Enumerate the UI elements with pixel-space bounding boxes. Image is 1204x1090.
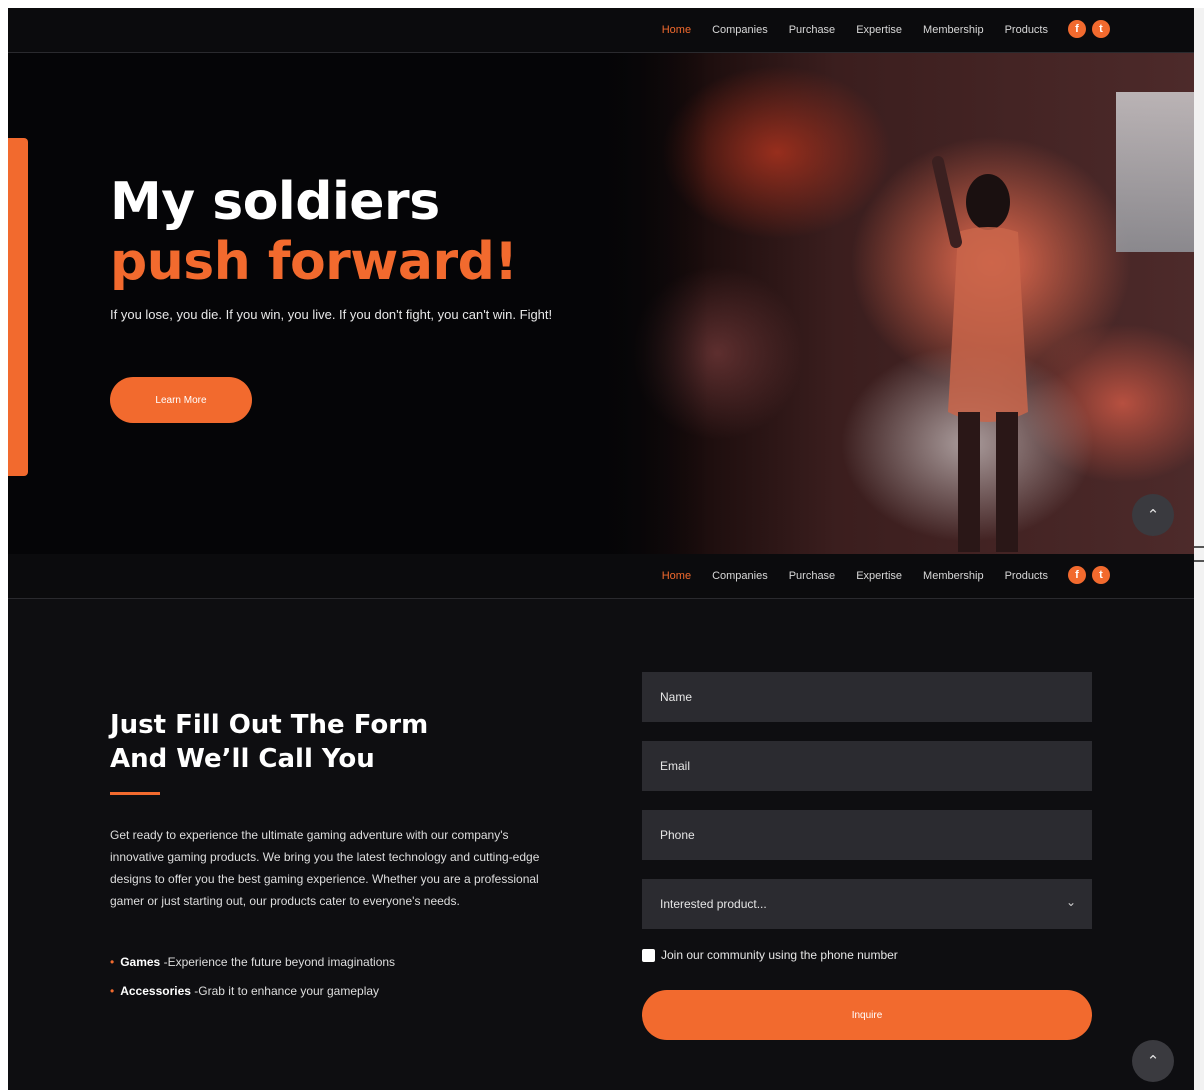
nav-item-home[interactable]: Home xyxy=(662,24,691,36)
hero-image xyxy=(598,52,1194,554)
hero-image-wall xyxy=(1116,92,1194,252)
nav-item-purchase[interactable]: Purchase xyxy=(789,570,835,582)
hero-title: My soldiers push forward! xyxy=(110,172,518,292)
learn-more-button[interactable]: Learn More xyxy=(110,377,252,423)
bullet-title: Accessories xyxy=(120,984,191,998)
community-checkbox-row: Join our community using the phone numbe… xyxy=(642,948,898,962)
nav-item-companies[interactable]: Companies xyxy=(712,570,768,582)
title-divider xyxy=(110,792,160,795)
form-description: Get ready to experience the ultimate gam… xyxy=(110,828,540,908)
phone-field[interactable]: Phone xyxy=(642,810,1092,860)
inquire-button[interactable]: Inquire xyxy=(642,990,1092,1040)
phone-placeholder: Phone xyxy=(660,828,695,842)
contact-form-section: Just Fill Out The Form And We’ll Call Yo… xyxy=(8,554,1194,1090)
nav-item-companies[interactable]: Companies xyxy=(712,24,768,36)
email-placeholder: Email xyxy=(660,759,691,773)
community-checkbox[interactable] xyxy=(642,948,655,962)
social-links-2: f t xyxy=(1068,566,1110,584)
top-nav: Home Companies Purchase Expertise Member… xyxy=(8,8,1194,53)
nav-item-expertise[interactable]: Expertise xyxy=(856,570,902,582)
list-item: • Accessories -Grab it to enhance your ga… xyxy=(110,977,395,1006)
nav-menu-2: Home Companies Purchase Expertise Member… xyxy=(662,554,1048,598)
nav-item-products[interactable]: Products xyxy=(1005,24,1048,36)
nav-item-membership[interactable]: Membership xyxy=(923,570,984,582)
bullet-icon: • xyxy=(110,984,115,998)
bullet-icon: • xyxy=(110,955,115,969)
bullet-text: -Experience the future beyond imaginatio… xyxy=(163,955,396,969)
chevron-up-icon[interactable]: ⌃ xyxy=(1132,1040,1174,1082)
page: My soldiers push forward! If you lose, y… xyxy=(8,8,1194,1090)
community-checkbox-label[interactable]: Join our community using the phone numbe… xyxy=(661,948,898,962)
nav-item-products[interactable]: Products xyxy=(1005,570,1048,582)
hero-section: My soldiers push forward! If you lose, y… xyxy=(8,8,1194,554)
bullet-text: -Grab it to enhance your gameplay xyxy=(194,984,380,998)
nav-item-home[interactable]: Home xyxy=(662,570,691,582)
form-title: Just Fill Out The Form And We’ll Call Yo… xyxy=(110,708,428,776)
bullet-title: Games xyxy=(120,955,161,969)
hero-accent-bar xyxy=(8,138,28,476)
hero-figure xyxy=(932,156,1028,552)
scroll-tick xyxy=(1194,546,1204,548)
sticky-nav: Home Companies Purchase Expertise Member… xyxy=(8,554,1194,599)
twitter-icon[interactable]: t xyxy=(1092,20,1110,38)
nav-menu: Home Companies Purchase Expertise Member… xyxy=(662,8,1048,52)
chevron-up-icon[interactable]: ⌃ xyxy=(1132,494,1174,536)
social-links: f t xyxy=(1068,20,1110,38)
twitter-icon[interactable]: t xyxy=(1092,566,1110,584)
hero-subtitle: If you lose, you die. If you win, you li… xyxy=(110,307,553,322)
nav-item-purchase[interactable]: Purchase xyxy=(789,24,835,36)
form-title-line1: Just Fill Out The Form xyxy=(110,710,429,740)
feature-list: • Games -Experience the future beyond ima… xyxy=(110,948,395,1006)
hero-title-line2: push forward! xyxy=(110,232,518,292)
name-field[interactable]: Name xyxy=(642,672,1092,722)
email-field[interactable]: Email xyxy=(642,741,1092,791)
facebook-icon[interactable]: f xyxy=(1068,566,1086,584)
hero-image-fade xyxy=(598,52,708,554)
nav-item-expertise[interactable]: Expertise xyxy=(856,24,902,36)
product-select-value: Interested product... xyxy=(660,897,767,911)
name-placeholder: Name xyxy=(660,690,693,704)
scroll-tick xyxy=(1194,560,1204,562)
facebook-icon[interactable]: f xyxy=(1068,20,1086,38)
scrollbar-strip xyxy=(1194,8,1204,1090)
nav-item-membership[interactable]: Membership xyxy=(923,24,984,36)
form-title-line2: And We’ll Call You xyxy=(110,744,375,774)
product-select[interactable]: Interested product... ⌄ xyxy=(642,879,1092,929)
hero-title-line1: My soldiers xyxy=(110,172,440,232)
list-item: • Games -Experience the future beyond ima… xyxy=(110,948,395,977)
chevron-down-icon: ⌄ xyxy=(1065,895,1076,909)
